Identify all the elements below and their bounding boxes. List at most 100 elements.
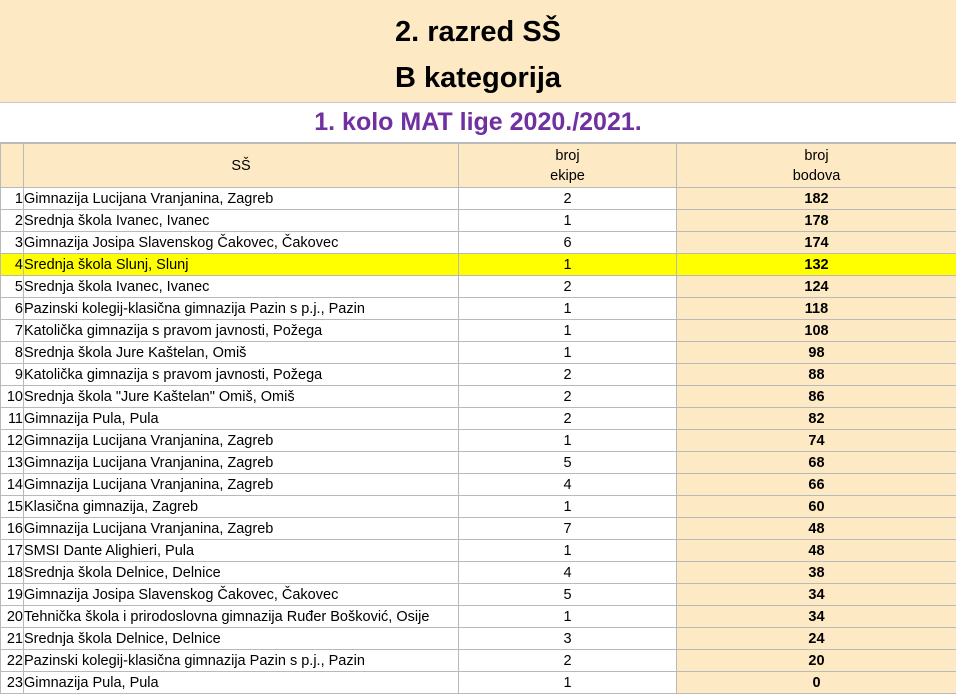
rank-cell[interactable]: 22	[1, 650, 24, 672]
points-cell[interactable]: 34	[677, 606, 956, 628]
school-cell[interactable]: Gimnazija Lucijana Vranjanina, Zagreb	[24, 188, 459, 210]
team-number-cell[interactable]: 1	[459, 320, 677, 342]
points-cell[interactable]: 108	[677, 320, 956, 342]
school-cell[interactable]: Gimnazija Lucijana Vranjanina, Zagreb	[24, 452, 459, 474]
rank-cell[interactable]: 3	[1, 232, 24, 254]
team-number-cell[interactable]: 1	[459, 210, 677, 232]
points-cell[interactable]: 38	[677, 562, 956, 584]
rank-cell[interactable]: 10	[1, 386, 24, 408]
points-cell[interactable]: 48	[677, 518, 956, 540]
school-cell[interactable]: Srednja škola Delnice, Delnice	[24, 628, 459, 650]
team-number-cell[interactable]: 1	[459, 298, 677, 320]
school-cell[interactable]: Gimnazija Lucijana Vranjanina, Zagreb	[24, 474, 459, 496]
points-cell[interactable]: 86	[677, 386, 956, 408]
team-number-cell[interactable]: 2	[459, 276, 677, 298]
school-cell[interactable]: Srednja škola Slunj, Slunj	[24, 254, 459, 276]
table-row: 1Gimnazija Lucijana Vranjanina, Zagreb21…	[1, 188, 956, 210]
title-band: 2. razred SŠ B kategorija	[0, 0, 956, 103]
header-cell-school[interactable]: SŠ	[24, 144, 459, 188]
school-cell[interactable]: Katolička gimnazija s pravom javnosti, P…	[24, 364, 459, 386]
rank-cell[interactable]: 12	[1, 430, 24, 452]
school-cell[interactable]: Katolička gimnazija s pravom javnosti, P…	[24, 320, 459, 342]
points-cell[interactable]: 60	[677, 496, 956, 518]
points-cell[interactable]: 178	[677, 210, 956, 232]
school-cell[interactable]: Klasična gimnazija, Zagreb	[24, 496, 459, 518]
school-cell[interactable]: Gimnazija Lucijana Vranjanina, Zagreb	[24, 518, 459, 540]
points-cell[interactable]: 48	[677, 540, 956, 562]
rank-cell[interactable]: 8	[1, 342, 24, 364]
team-number-cell[interactable]: 1	[459, 254, 677, 276]
school-cell[interactable]: Tehnička škola i prirodoslovna gimnazija…	[24, 606, 459, 628]
team-number-cell[interactable]: 2	[459, 188, 677, 210]
points-cell[interactable]: 66	[677, 474, 956, 496]
team-number-cell[interactable]: 6	[459, 232, 677, 254]
rank-cell[interactable]: 23	[1, 672, 24, 694]
team-number-cell[interactable]: 2	[459, 364, 677, 386]
points-cell[interactable]: 118	[677, 298, 956, 320]
points-cell[interactable]: 174	[677, 232, 956, 254]
team-number-cell[interactable]: 5	[459, 452, 677, 474]
rank-cell[interactable]: 2	[1, 210, 24, 232]
points-cell[interactable]: 182	[677, 188, 956, 210]
team-number-cell[interactable]: 1	[459, 430, 677, 452]
rank-cell[interactable]: 5	[1, 276, 24, 298]
team-number-cell[interactable]: 1	[459, 540, 677, 562]
school-cell[interactable]: Pazinski kolegij-klasična gimnazija Pazi…	[24, 298, 459, 320]
school-cell[interactable]: Pazinski kolegij-klasična gimnazija Pazi…	[24, 650, 459, 672]
rank-cell[interactable]: 13	[1, 452, 24, 474]
school-cell[interactable]: Gimnazija Pula, Pula	[24, 408, 459, 430]
rank-cell[interactable]: 18	[1, 562, 24, 584]
header-cell-rank[interactable]	[1, 144, 24, 188]
rank-cell[interactable]: 11	[1, 408, 24, 430]
team-number-cell[interactable]: 1	[459, 606, 677, 628]
team-number-cell[interactable]: 2	[459, 408, 677, 430]
team-number-cell[interactable]: 2	[459, 650, 677, 672]
team-number-cell[interactable]: 5	[459, 584, 677, 606]
team-number-cell[interactable]: 3	[459, 628, 677, 650]
rank-cell[interactable]: 14	[1, 474, 24, 496]
header-cell-points[interactable]: brojbodova	[677, 144, 956, 188]
rank-cell[interactable]: 17	[1, 540, 24, 562]
rank-cell[interactable]: 4	[1, 254, 24, 276]
rank-cell[interactable]: 16	[1, 518, 24, 540]
header-cell-team[interactable]: brojekipe	[459, 144, 677, 188]
rank-cell[interactable]: 1	[1, 188, 24, 210]
rank-cell[interactable]: 20	[1, 606, 24, 628]
team-number-cell[interactable]: 1	[459, 342, 677, 364]
points-cell[interactable]: 124	[677, 276, 956, 298]
points-cell[interactable]: 0	[677, 672, 956, 694]
rank-cell[interactable]: 21	[1, 628, 24, 650]
points-cell[interactable]: 20	[677, 650, 956, 672]
school-cell[interactable]: Srednja škola Ivanec, Ivanec	[24, 210, 459, 232]
team-number-cell[interactable]: 1	[459, 672, 677, 694]
table-row: 4Srednja škola Slunj, Slunj1132	[1, 254, 956, 276]
points-cell[interactable]: 98	[677, 342, 956, 364]
school-cell[interactable]: Gimnazija Josipa Slavenskog Čakovec, Čak…	[24, 584, 459, 606]
school-cell[interactable]: Srednja škola Jure Kaštelan, Omiš	[24, 342, 459, 364]
points-cell[interactable]: 74	[677, 430, 956, 452]
rank-cell[interactable]: 6	[1, 298, 24, 320]
team-number-cell[interactable]: 1	[459, 496, 677, 518]
points-cell[interactable]: 68	[677, 452, 956, 474]
school-cell[interactable]: Srednja škola "Jure Kaštelan" Omiš, Omiš	[24, 386, 459, 408]
school-cell[interactable]: Srednja škola Ivanec, Ivanec	[24, 276, 459, 298]
points-cell[interactable]: 24	[677, 628, 956, 650]
school-cell[interactable]: SMSI Dante Alighieri, Pula	[24, 540, 459, 562]
rank-cell[interactable]: 15	[1, 496, 24, 518]
rank-cell[interactable]: 19	[1, 584, 24, 606]
team-number-cell[interactable]: 4	[459, 562, 677, 584]
school-cell[interactable]: Gimnazija Pula, Pula	[24, 672, 459, 694]
rank-cell[interactable]: 7	[1, 320, 24, 342]
points-cell[interactable]: 82	[677, 408, 956, 430]
rank-cell[interactable]: 9	[1, 364, 24, 386]
team-number-cell[interactable]: 7	[459, 518, 677, 540]
team-number-cell[interactable]: 4	[459, 474, 677, 496]
points-cell[interactable]: 132	[677, 254, 956, 276]
points-cell[interactable]: 34	[677, 584, 956, 606]
school-cell[interactable]: Gimnazija Josipa Slavenskog Čakovec, Čak…	[24, 232, 459, 254]
team-number-cell[interactable]: 2	[459, 386, 677, 408]
school-cell[interactable]: Gimnazija Lucijana Vranjanina, Zagreb	[24, 430, 459, 452]
points-cell[interactable]: 88	[677, 364, 956, 386]
school-cell[interactable]: Srednja škola Delnice, Delnice	[24, 562, 459, 584]
header-label-points-line2: bodova	[677, 166, 956, 186]
